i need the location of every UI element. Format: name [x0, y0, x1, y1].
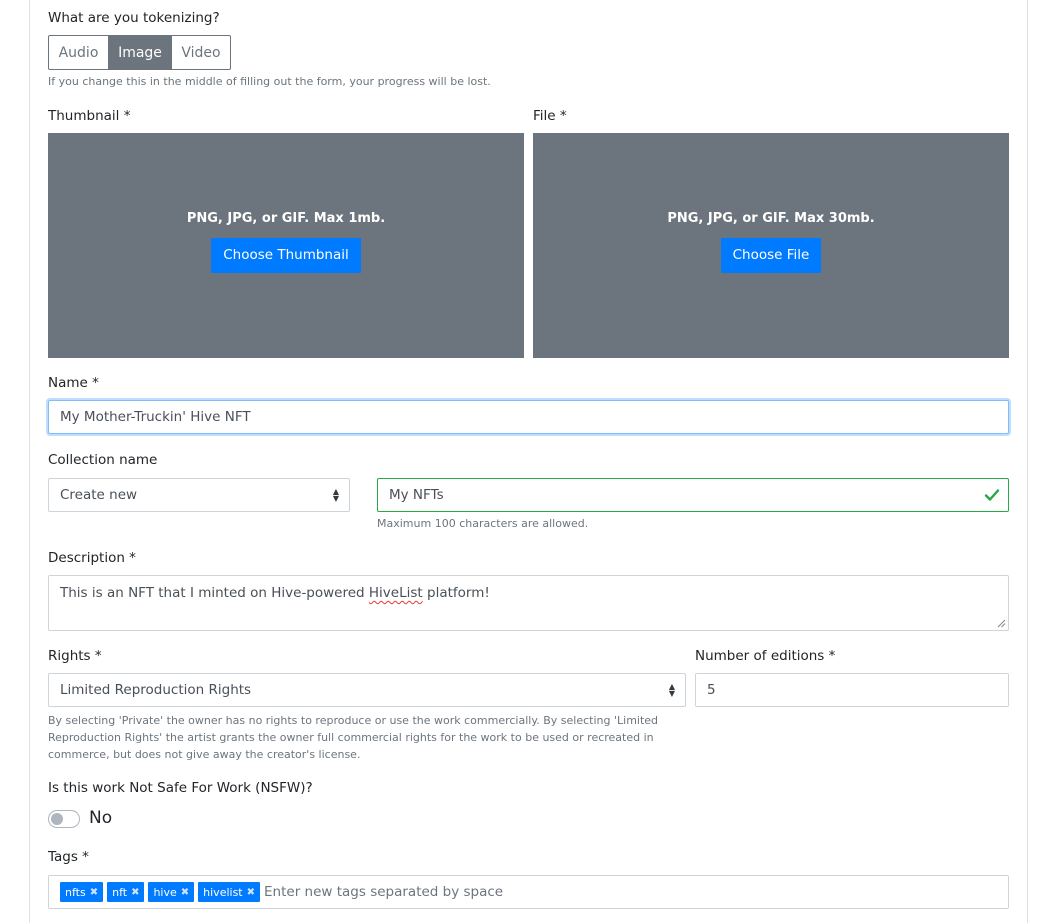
tag-label: hivelist [203, 885, 243, 899]
remove-tag-icon[interactable]: ✖ [181, 887, 189, 898]
thumbnail-format-hint: PNG, JPG, or GIF. Max 1mb. [186, 210, 386, 226]
tokenize-option-image[interactable]: Image [109, 36, 172, 69]
remove-tag-icon[interactable]: ✖ [131, 887, 139, 898]
valid-check-icon [984, 489, 1000, 501]
tokenize-option-audio[interactable]: Audio [49, 36, 109, 69]
name-input[interactable]: My Mother-Truckin' Hive NFT [48, 400, 1009, 434]
right-frame-border [1027, 0, 1028, 923]
collection-name-input[interactable]: My NFTs [377, 478, 1009, 512]
name-label: Name * [48, 375, 99, 391]
tag-chip: hive ✖ [148, 882, 195, 902]
nsfw-toggle[interactable] [48, 810, 80, 828]
remove-tag-icon[interactable]: ✖ [90, 887, 98, 898]
tag-chip: hivelist ✖ [198, 882, 261, 902]
collection-label: Collection name [48, 452, 158, 468]
tags-input-container[interactable]: nfts ✖ nft ✖ hive ✖ hivelist ✖ [48, 875, 1009, 909]
editions-input[interactable]: 5 [695, 673, 1009, 707]
collection-select[interactable]: Create new ▲ ▼ [48, 478, 350, 512]
collection-help-text: Maximum 100 characters are allowed. [377, 517, 589, 530]
choose-thumbnail-button[interactable]: Choose Thumbnail [211, 237, 361, 273]
tokenize-help-text: If you change this in the middle of fill… [48, 75, 491, 88]
editions-label: Number of editions * [695, 648, 836, 664]
remove-tag-icon[interactable]: ✖ [247, 887, 255, 898]
select-arrows-icon: ▲ ▼ [668, 682, 675, 698]
tokenize-label: What are you tokenizing? [48, 10, 220, 26]
tags-label: Tags * [48, 849, 89, 865]
rights-select-value: Limited Reproduction Rights [60, 682, 252, 698]
file-dropzone[interactable]: PNG, JPG, or GIF. Max 30mb. Choose File [533, 133, 1009, 358]
rights-label: Rights * [48, 648, 102, 664]
thumbnail-label: Thumbnail * [48, 108, 131, 124]
nsfw-label: Is this work Not Safe For Work (NSFW)? [48, 780, 313, 796]
description-textarea[interactable]: This is an NFT that I minted on Hive-pow… [48, 575, 1009, 631]
thumbnail-dropzone[interactable]: PNG, JPG, or GIF. Max 1mb. Choose Thumbn… [48, 133, 524, 358]
rights-select[interactable]: Limited Reproduction Rights ▲ ▼ [48, 673, 686, 707]
collection-select-value: Create new [60, 487, 138, 503]
choose-file-button[interactable]: Choose File [720, 237, 822, 273]
toggle-knob [51, 813, 63, 825]
file-format-hint: PNG, JPG, or GIF. Max 30mb. [667, 210, 875, 226]
resize-grip-icon[interactable] [997, 619, 1006, 628]
tag-chip: nft ✖ [107, 882, 145, 902]
select-arrows-icon: ▲ ▼ [332, 487, 339, 503]
description-text-start: This is an NFT that I minted on Hive-pow… [60, 585, 369, 601]
file-label: File * [533, 108, 567, 124]
description-label: Description * [48, 550, 136, 566]
collection-name-value: My NFTs [389, 487, 444, 503]
new-tag-input[interactable] [264, 884, 565, 900]
tokenize-type-selector: Audio Image Video [48, 35, 231, 70]
description-misspelled-word: HiveList [368, 585, 423, 601]
tag-chip: nfts ✖ [60, 882, 104, 902]
left-frame-border [29, 0, 30, 923]
rights-help-text: By selecting 'Private' the owner has no … [48, 714, 659, 761]
description-text: This is an NFT that I minted on Hive-pow… [60, 585, 490, 601]
tag-label: nft [112, 885, 128, 899]
tag-label: hive [153, 885, 177, 899]
nsfw-state-text: No [89, 808, 113, 828]
tag-label: nfts [65, 885, 86, 899]
description-text-end: platform! [422, 585, 490, 601]
tokenize-option-video[interactable]: Video [172, 36, 230, 69]
